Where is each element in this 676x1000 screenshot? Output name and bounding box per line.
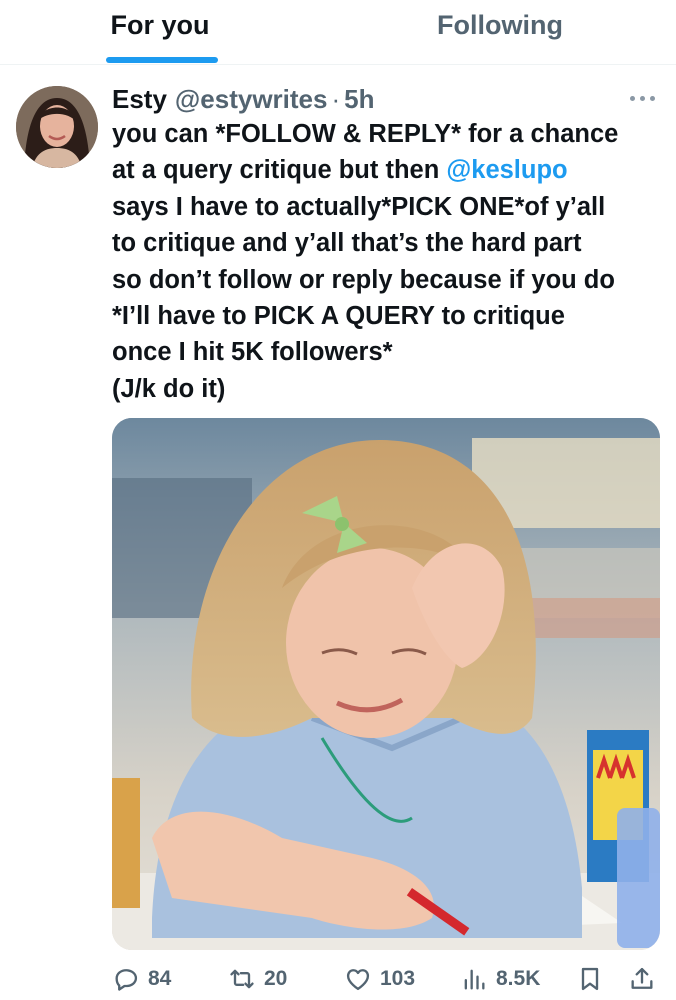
like-button[interactable]: 103 [344,964,415,994]
tweet-line-text: says I have to actually*PICK ONE*of y’al… [112,192,606,221]
active-tab-indicator [106,57,218,63]
tweet-line: so don’t follow or reply because if you … [112,262,667,298]
retweet-icon [230,969,254,989]
photo-crying-girl-drawing-icon [112,418,660,950]
like-icon [346,969,370,991]
tweet-line-text: at a query critique but then [112,156,447,185]
like-count: 103 [380,967,416,990]
tweet-header: Esty @estywrites · 5h [112,82,374,116]
avatar[interactable] [16,86,98,168]
tweet-photo[interactable] [112,418,660,950]
tab-for-you-label: For you [110,10,210,40]
header-separator: · [331,83,341,114]
views-icon [464,969,485,990]
retweet-count: 20 [264,967,288,990]
tweet-line: says I have to actually*PICK ONE*of y’al… [112,189,667,225]
tweet-line: at a query critique but then @keslupo [112,152,667,188]
tweet-line-text: so don’t follow or reply because if you … [112,265,615,294]
tweet-line: *I’ll have to PICK A QUERY to critique [112,298,667,334]
reply-button[interactable]: 84 [112,964,171,994]
more-options-button[interactable] [620,86,664,110]
tweet-text: you can *FOLLOW & REPLY* for a chance at… [112,116,667,407]
tweet-actions: 84 20 103 8.5K [0,958,676,1000]
avatar-image [16,86,98,168]
tweet-line-text: *I’ll have to PICK A QUERY to critique [112,302,565,331]
tweet-line-text: once I hit 5K followers* [112,338,393,367]
timeline-tabs: For you Following [0,0,676,65]
author-name[interactable]: Esty [112,84,167,115]
mention-link[interactable]: @keslupo [446,156,567,184]
tweet-time[interactable]: 5h [344,84,374,115]
tab-following[interactable]: Following [400,0,600,64]
reply-count: 84 [148,967,172,990]
tweet-line-text: (J/k do it) [112,374,226,403]
retweet-button[interactable]: 20 [228,964,287,994]
share-button[interactable] [628,964,656,994]
tab-for-you[interactable]: For you [80,0,240,64]
views-count: 8.5K [496,967,541,990]
share-icon [631,967,653,989]
bookmark-button[interactable] [576,964,604,994]
views-button[interactable]: 8.5K [460,964,540,994]
author-handle[interactable]: @estywrites [175,84,328,115]
tweet-line-text: you can *FOLLOW & REPLY* for a chance [112,120,619,148]
reply-icon [115,969,138,991]
tweet-line: you can *FOLLOW & REPLY* for a chance [112,116,667,152]
bookmark-icon [581,967,599,991]
more-icon [629,95,655,101]
tab-following-label: Following [437,10,563,40]
tweet-line-text: to critique and y’all that’s the hard pa… [112,229,582,258]
tweet-line: (J/k do it) [112,371,667,407]
tweet-line: to critique and y’all that’s the hard pa… [112,225,667,261]
tweet-line: once I hit 5K followers* [112,334,667,370]
